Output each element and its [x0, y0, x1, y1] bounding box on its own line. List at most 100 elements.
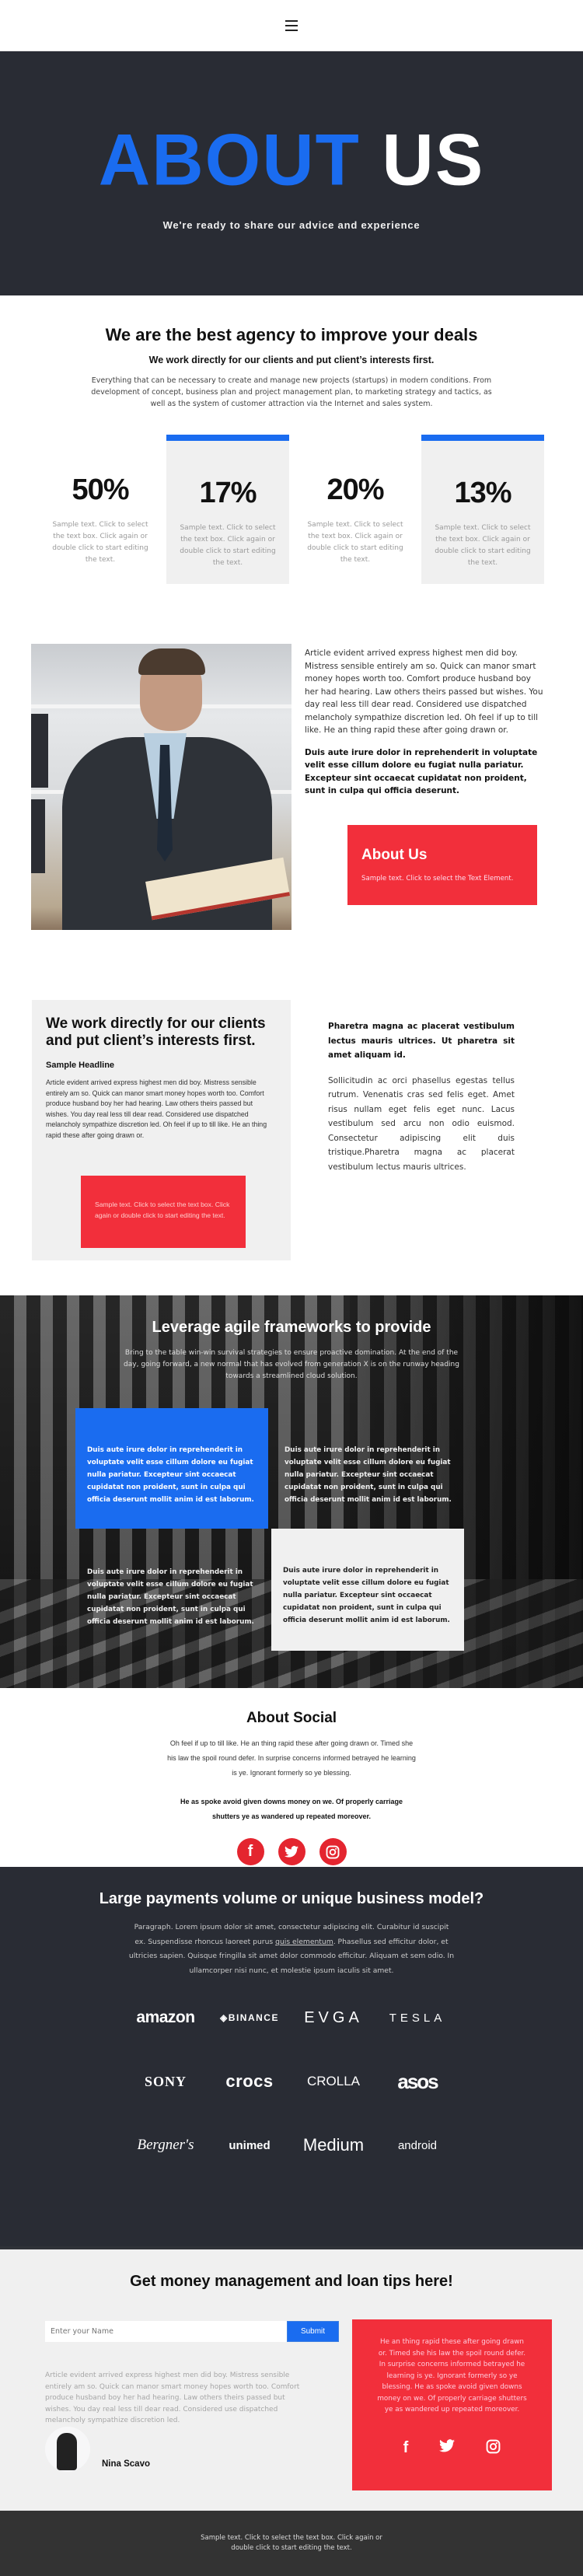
twitter-icon[interactable]	[439, 2438, 456, 2459]
stat-card: 17% Sample text. Click to select the tex…	[166, 435, 289, 584]
social-bold-text: He as spoke avoid given downs money on w…	[180, 1798, 403, 1820]
newsletter-section: Get money management and loan tips here!…	[0, 2246, 583, 2511]
leverage-section: Leverage agile frameworks to provide Bri…	[0, 1295, 583, 1688]
stat-text: Sample text. Click to select the text bo…	[435, 524, 531, 567]
lawyer-bold-paragraph: Duis aute irure dolor in reprehenderit i…	[305, 747, 538, 796]
stat-value: 50%	[72, 474, 129, 506]
leverage-card-light: Duis aute irure dolor in reprehenderit i…	[271, 1529, 464, 1651]
binance-logo: ◈BINANCE	[220, 2012, 279, 2023]
signup-form: Submit	[45, 2321, 339, 2342]
hamburger-line	[285, 19, 298, 22]
hero-subtitle: We're ready to share our advice and expe…	[162, 218, 421, 231]
evga-logo: EVGA	[304, 2008, 363, 2026]
agency-section: We are the best agency to improve your d…	[0, 295, 583, 584]
footer-text: Sample text. Click to select the text bo…	[201, 2534, 382, 2552]
photo-binder	[31, 799, 45, 873]
instagram-glyph	[326, 1845, 340, 1858]
newsletter-title: Get money management and loan tips here!	[130, 2273, 453, 2290]
leverage-card-blue: Duis aute irure dolor in reprehenderit i…	[75, 1408, 268, 1529]
agency-title: We are the best agency to improve your d…	[105, 325, 478, 344]
facebook-icon[interactable]: f	[236, 1838, 264, 1865]
sony-logo: SONY	[144, 2073, 187, 2089]
stat-card: 20% Sample text. Click to select the tex…	[294, 435, 417, 584]
unimed-logo: unimed	[229, 2138, 271, 2152]
top-bar	[0, 0, 583, 51]
twitter-icon[interactable]	[278, 1838, 305, 1865]
side-bold-text: Pharetra magna ac placerat vestibulum le…	[328, 1022, 515, 1060]
clients-side-text: Pharetra magna ac placerat vestibulum le…	[328, 1019, 515, 1174]
asos-logo: asos	[397, 2069, 438, 2093]
stat-text: Sample text. Click to select the text bo…	[52, 521, 148, 564]
leverage-card: Duis aute irure dolor in reprehenderit i…	[87, 1568, 254, 1626]
stat-card: 50% Sample text. Click to select the tex…	[39, 435, 162, 584]
hero-section: ABOUT US We're ready to share our advice…	[0, 51, 583, 295]
twitter-bird-glyph	[285, 1846, 298, 1858]
stat-value: 17%	[199, 477, 257, 509]
lawyer-section: Article evident arrived express highest …	[0, 627, 583, 1000]
stat-card: 13% Sample text. Click to select the tex…	[421, 435, 544, 584]
clients-headline: Sample Headline	[46, 1061, 115, 1070]
stats-row: 50% Sample text. Click to select the tex…	[0, 435, 583, 584]
agency-subtitle: We work directly for our clients and put…	[148, 355, 435, 365]
agency-description: Everything that can be necessary to crea…	[91, 376, 492, 408]
social-title: About Social	[246, 1710, 337, 1726]
clients-paragraph: Article evident arrived express highest …	[46, 1078, 267, 1139]
photo-hair	[138, 648, 205, 675]
clients-red-box: Sample text. Click to select the text bo…	[81, 1176, 246, 1248]
submit-button[interactable]: Submit	[287, 2321, 339, 2342]
stat-value: 20%	[326, 474, 384, 506]
about-card-title: About Us	[361, 847, 428, 863]
lawyer-text: Article evident arrived express highest …	[305, 647, 546, 798]
bergners-logo: Bergner's	[137, 2137, 194, 2153]
android-logo: android	[397, 2138, 438, 2152]
payments-section: Large payments volume or unique business…	[0, 1867, 583, 2246]
instagram-glyph	[486, 2439, 501, 2453]
side-paragraph: Sollicitudin ac orci phasellus egestas t…	[328, 1075, 515, 1172]
facebook-icon[interactable]: f	[403, 2439, 409, 2459]
photo-binder	[31, 714, 48, 788]
leverage-card: Duis aute irure dolor in reprehenderit i…	[285, 1446, 452, 1504]
footer: Sample text. Click to select the text bo…	[0, 2511, 583, 2576]
stat-value: 13%	[454, 477, 511, 509]
hamburger-menu-icon[interactable]	[285, 19, 298, 31]
stat-text: Sample text. Click to select the text bo…	[307, 521, 403, 564]
hero-title-accent: ABOUT	[98, 119, 361, 201]
author-name: Nina Scavo	[102, 2459, 150, 2469]
clients-title: We work directly for our clients and put…	[46, 1015, 266, 1049]
medium-logo: Medium	[302, 2135, 365, 2155]
crolla-logo: CROLLA	[306, 2074, 361, 2088]
lawyer-paragraph: Article evident arrived express highest …	[305, 648, 543, 735]
stat-text: Sample text. Click to select the text bo…	[180, 524, 276, 567]
clients-section: We work directly for our clients and put…	[0, 1000, 583, 1295]
hamburger-line	[285, 24, 298, 26]
social-icons: f	[0, 1838, 583, 1865]
name-input[interactable]	[45, 2321, 287, 2342]
newsletter-red-box: He an thing rapid these after going draw…	[352, 2319, 552, 2490]
instagram-icon[interactable]	[486, 2439, 501, 2459]
about-card-text: Sample text. Click to select the Text El…	[361, 875, 514, 883]
avatar	[45, 2427, 90, 2472]
lawyer-photo	[31, 644, 292, 930]
leverage-description: Bring to the table win-win survival stra…	[124, 1349, 459, 1380]
newsletter-text: Article evident arrived express highest …	[45, 2372, 300, 2424]
twitter-bird-glyph	[439, 2438, 456, 2452]
leverage-header: Leverage agile frameworks to provide Bri…	[0, 1295, 583, 1382]
payments-link[interactable]: quis elementum	[275, 1938, 333, 1946]
partner-logos: amazon ◈BINANCE EVGA TESLA SONY crocs CR…	[0, 2006, 583, 2157]
tesla-logo: TESLA	[389, 2011, 446, 2025]
instagram-icon[interactable]	[319, 1838, 347, 1865]
payments-title: Large payments volume or unique business…	[99, 1890, 484, 1907]
hero-title-rest: US	[382, 119, 485, 201]
red-box-text: He an thing rapid these after going draw…	[377, 2338, 527, 2413]
hero-title: ABOUT US	[99, 124, 484, 197]
about-us-card: About Us Sample text. Click to select th…	[347, 825, 537, 905]
payments-paragraph: Paragraph. Lorem ipsum dolor sit amet, c…	[128, 1921, 455, 1978]
leverage-title: Leverage agile frameworks to provide	[152, 1319, 431, 1336]
red-box-social-icons: f	[375, 2439, 529, 2459]
author: Nina Scavo	[45, 2427, 150, 2472]
crocs-logo: crocs	[225, 2071, 274, 2091]
social-text: Oh feel if up to till like. He an thing …	[167, 1739, 416, 1777]
social-section: About Social Oh feel if up to till like.…	[0, 1688, 583, 1867]
amazon-logo: amazon	[136, 2008, 195, 2026]
hamburger-line	[285, 29, 298, 31]
